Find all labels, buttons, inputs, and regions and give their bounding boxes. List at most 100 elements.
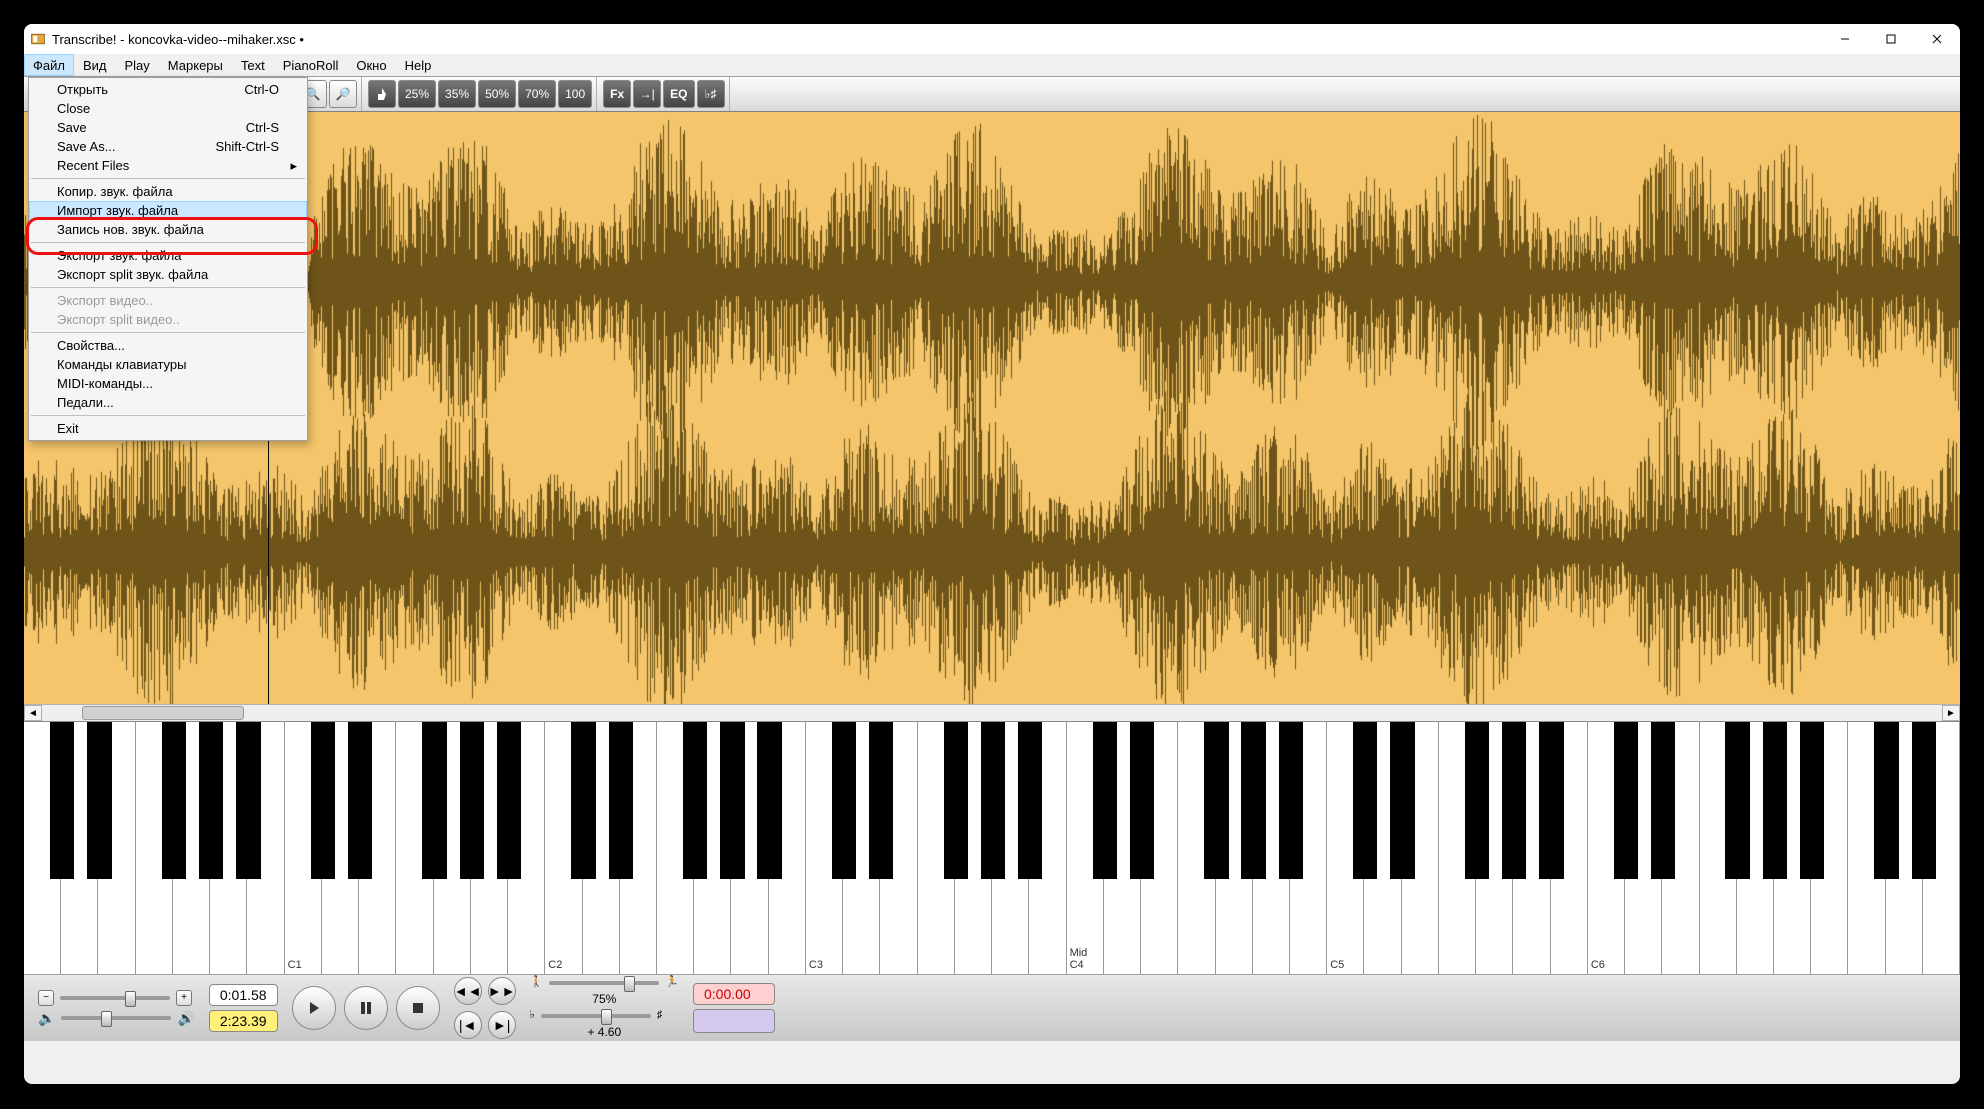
white-key[interactable] (657, 722, 694, 974)
white-key[interactable] (1439, 722, 1476, 974)
white-key[interactable] (61, 722, 98, 974)
menu-window[interactable]: Окно (347, 54, 395, 76)
white-key[interactable] (583, 722, 620, 974)
menu-import-audio[interactable]: Импорт звук. файла (29, 201, 307, 220)
sharp-flat-icon[interactable]: ♭♯ (697, 80, 725, 108)
menu-export-audio[interactable]: Экспорт звук. файла (29, 246, 307, 265)
white-key[interactable] (136, 722, 173, 974)
minimize-button[interactable] (1822, 24, 1868, 54)
zoom-out-mini[interactable]: − (38, 990, 54, 1006)
white-key[interactable] (1178, 722, 1215, 974)
zoom-out-icon[interactable]: 🔎 (329, 80, 357, 108)
white-key[interactable] (508, 722, 545, 974)
white-key[interactable] (769, 722, 806, 974)
white-key[interactable] (1737, 722, 1774, 974)
menu-record-audio[interactable]: Запись нов. звук. файла (29, 220, 307, 239)
white-key[interactable] (1551, 722, 1588, 974)
waveform-display[interactable] (24, 112, 1960, 704)
white-key[interactable] (1625, 722, 1662, 974)
white-key[interactable] (1513, 722, 1550, 974)
close-button[interactable] (1914, 24, 1960, 54)
white-key[interactable]: C3 (806, 722, 843, 974)
menu-exit[interactable]: Exit (29, 419, 307, 438)
white-key[interactable] (1774, 722, 1811, 974)
menu-pedals[interactable]: Педали... (29, 393, 307, 412)
menu-play[interactable]: Play (116, 54, 159, 76)
scroll-thumb[interactable] (82, 706, 244, 720)
menu-close[interactable]: Close (29, 99, 307, 118)
white-key[interactable] (843, 722, 880, 974)
white-key[interactable] (992, 722, 1029, 974)
scroll-right-icon[interactable]: ► (1942, 705, 1960, 721)
fx-button[interactable]: Fx (603, 80, 631, 108)
menu-file[interactable]: Файл (24, 54, 74, 76)
volume-slider[interactable]: 🔈 🔊 (38, 1010, 195, 1027)
white-key[interactable] (396, 722, 433, 974)
menu-properties[interactable]: Свойства... (29, 336, 307, 355)
menu-recent-files[interactable]: Recent Files▸ (29, 156, 307, 175)
menu-midi-cmds[interactable]: MIDI-команды... (29, 374, 307, 393)
menu-text[interactable]: Text (232, 54, 274, 76)
white-key[interactable] (1253, 722, 1290, 974)
piano-keyboard[interactable]: C1 C2 C3 MidC4 C5 C6 (24, 721, 1960, 974)
zoom-in-mini[interactable]: + (176, 990, 192, 1006)
skip-back-button[interactable]: |◄ (454, 1011, 482, 1039)
loop-icon[interactable]: →| (633, 80, 661, 108)
white-key[interactable] (471, 722, 508, 974)
white-key[interactable] (1662, 722, 1699, 974)
white-key[interactable] (1104, 722, 1141, 974)
eq-button[interactable]: EQ (663, 80, 694, 108)
menu-save[interactable]: SaveCtrl-S (29, 118, 307, 137)
white-key[interactable]: C5 (1327, 722, 1364, 974)
white-key[interactable]: MidC4 (1067, 722, 1104, 974)
white-key[interactable] (1290, 722, 1327, 974)
menu-open[interactable]: ОткрытьCtrl-O (29, 80, 307, 99)
white-key[interactable] (694, 722, 731, 974)
white-key[interactable] (1364, 722, 1401, 974)
waveform-hscroll[interactable]: ◄ ► (24, 704, 1960, 721)
menu-pianoroll[interactable]: PianoRoll (274, 54, 348, 76)
white-key[interactable] (1848, 722, 1885, 974)
speed-100[interactable]: 100 (558, 80, 592, 108)
run-icon[interactable] (368, 80, 396, 108)
pitch-slider[interactable]: ♭ ♯ (530, 1010, 679, 1021)
white-key[interactable] (731, 722, 768, 974)
menu-view[interactable]: Вид (74, 54, 116, 76)
white-key[interactable] (1216, 722, 1253, 974)
white-key[interactable] (210, 722, 247, 974)
pause-button[interactable] (344, 986, 388, 1030)
maximize-button[interactable] (1868, 24, 1914, 54)
speed-25[interactable]: 25% (398, 80, 436, 108)
white-key[interactable]: C2 (545, 722, 582, 974)
white-key[interactable] (1476, 722, 1513, 974)
white-key[interactable] (1029, 722, 1066, 974)
menu-save-as[interactable]: Save As...Shift-Ctrl-S (29, 137, 307, 156)
white-key[interactable] (1811, 722, 1848, 974)
speed-slider[interactable]: 🚶 🏃 (530, 977, 679, 988)
white-key[interactable]: C1 (285, 722, 322, 974)
white-key[interactable] (173, 722, 210, 974)
speed-50[interactable]: 50% (478, 80, 516, 108)
white-key[interactable] (620, 722, 657, 974)
menu-markers[interactable]: Маркеры (159, 54, 232, 76)
white-key[interactable] (98, 722, 135, 974)
menu-keyboard-cmds[interactable]: Команды клавиатуры (29, 355, 307, 374)
white-key[interactable] (1402, 722, 1439, 974)
menu-help[interactable]: Help (396, 54, 441, 76)
white-key[interactable]: C6 (1588, 722, 1625, 974)
white-key[interactable] (434, 722, 471, 974)
white-key[interactable] (1886, 722, 1923, 974)
skip-fwd-button[interactable]: ►| (488, 1011, 516, 1039)
white-key[interactable] (1700, 722, 1737, 974)
speed-70[interactable]: 70% (518, 80, 556, 108)
scroll-left-icon[interactable]: ◄ (24, 705, 42, 721)
white-key[interactable] (1923, 722, 1960, 974)
stop-button[interactable] (396, 986, 440, 1030)
speed-35[interactable]: 35% (438, 80, 476, 108)
menu-export-split-audio[interactable]: Экспорт split звук. файла (29, 265, 307, 284)
white-key[interactable] (359, 722, 396, 974)
white-key[interactable] (880, 722, 917, 974)
white-key[interactable] (247, 722, 284, 974)
menu-copy-audio[interactable]: Копир. звук. файла (29, 182, 307, 201)
white-key[interactable] (955, 722, 992, 974)
